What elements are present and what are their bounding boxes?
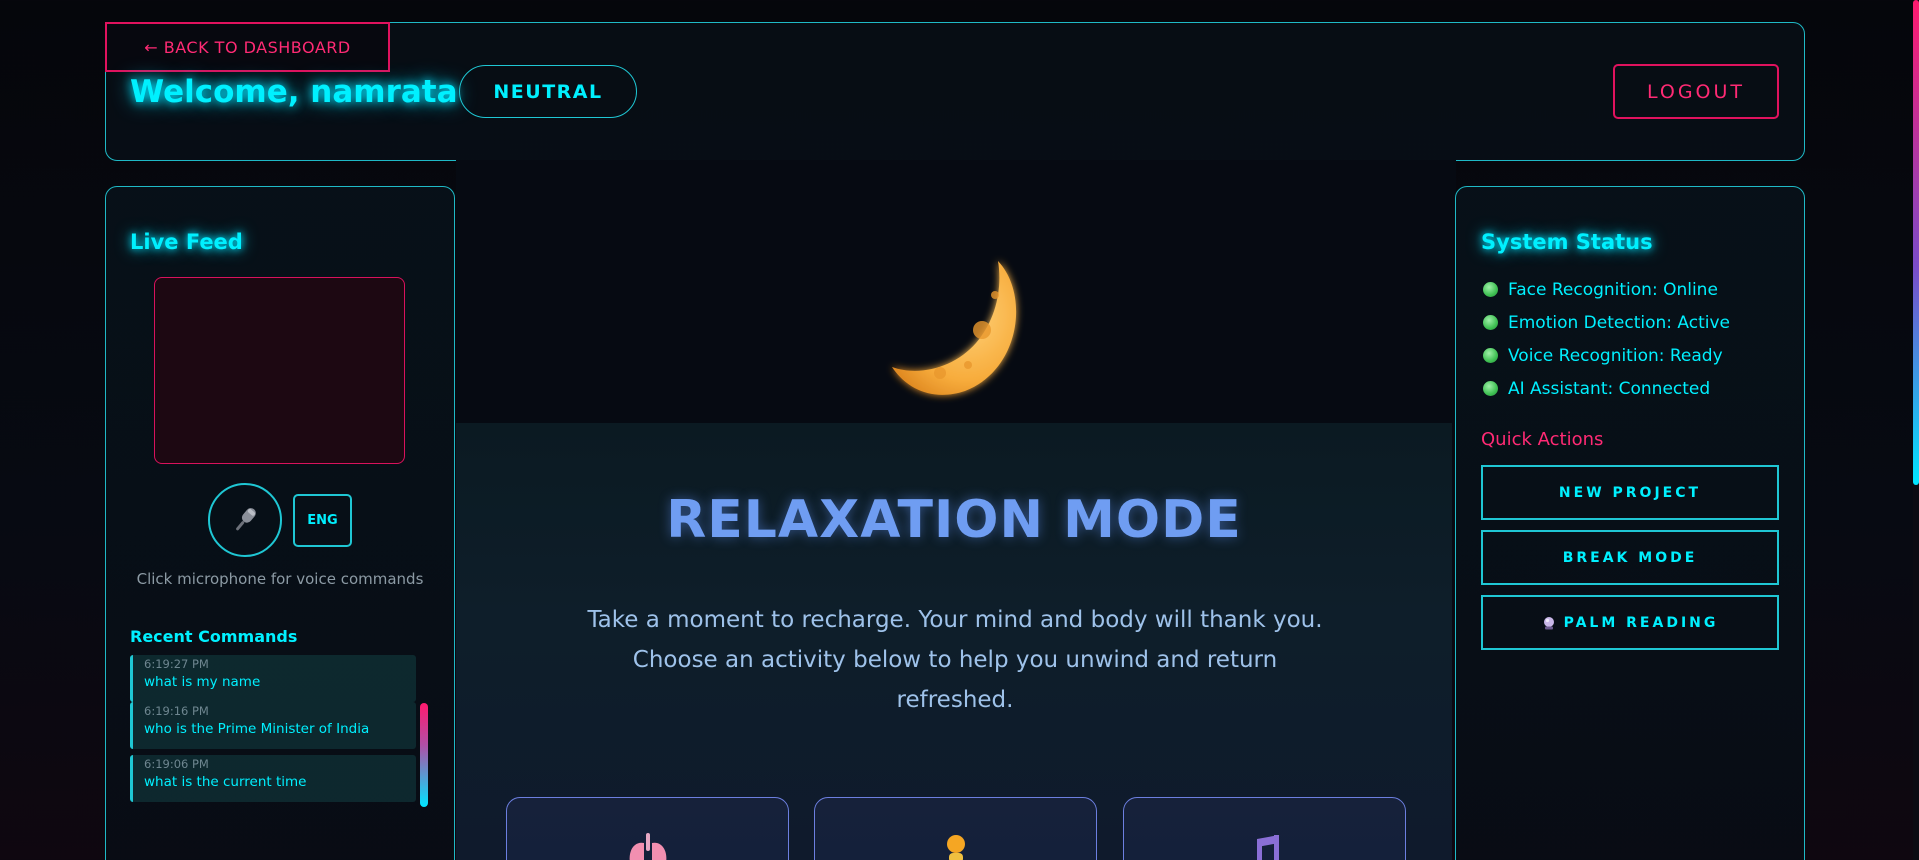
command-text: what is my name <box>144 674 261 690</box>
webcam-video-feed <box>154 277 405 464</box>
activity-card-meditation[interactable] <box>814 797 1097 860</box>
status-label: AI Assistant: Connected <box>1508 378 1711 399</box>
status-online-icon <box>1483 381 1498 396</box>
live-feed-title: Live Feed <box>130 230 243 254</box>
palm-reading-label: PALM READING <box>1563 614 1719 631</box>
crystal-ball-icon <box>1543 616 1554 629</box>
status-item: Emotion Detection: Active <box>1483 306 1730 339</box>
mood-badge: NEUTRAL <box>459 65 637 118</box>
command-time: 6:19:06 PM <box>144 757 209 771</box>
status-item: Face Recognition: Online <box>1483 273 1730 306</box>
lungs-icon <box>507 833 788 860</box>
microphone-icon <box>236 508 256 531</box>
command-text: who is the Prime Minister of India <box>144 721 370 737</box>
welcome-heading: Welcome, namrata <box>130 74 458 110</box>
break-mode-label: BREAK MODE <box>1562 549 1698 566</box>
mic-hint-text: Click microphone for voice commands <box>136 570 424 588</box>
command-time: 6:19:16 PM <box>144 704 209 718</box>
microphone-button[interactable] <box>208 483 282 557</box>
activity-card-music[interactable] <box>1123 797 1406 860</box>
status-label: Voice Recognition: Ready <box>1508 345 1723 366</box>
command-item: 6:19:06 PM what is the current time <box>130 755 416 802</box>
back-to-dashboard-button[interactable]: ← BACK TO DASHBOARD <box>105 22 390 72</box>
system-status-title: System Status <box>1481 230 1653 254</box>
recent-commands-title: Recent Commands <box>130 627 298 646</box>
status-online-icon <box>1483 315 1498 330</box>
quick-actions-title: Quick Actions <box>1481 429 1604 450</box>
person-meditating-icon <box>815 833 1096 860</box>
status-online-icon <box>1483 282 1498 297</box>
recent-commands-list[interactable]: 6:19:27 PM what is my name 6:19:16 PM wh… <box>130 655 430 810</box>
status-online-icon <box>1483 348 1498 363</box>
command-time: 6:19:27 PM <box>144 657 209 671</box>
mode-title: RELAXATION MODE <box>666 490 1242 550</box>
system-status-list: Face Recognition: Online Emotion Detecti… <box>1483 273 1730 405</box>
new-project-label: NEW PROJECT <box>1558 484 1702 501</box>
palm-reading-button[interactable]: PALM READING <box>1481 595 1779 650</box>
new-project-button[interactable]: NEW PROJECT <box>1481 465 1779 520</box>
crescent-moon-icon <box>892 261 1017 395</box>
page-scrollbar-thumb[interactable] <box>1913 0 1919 485</box>
activity-card-breathing[interactable] <box>506 797 789 860</box>
status-label: Face Recognition: Online <box>1508 279 1718 300</box>
command-item: 6:19:27 PM what is my name <box>130 655 416 702</box>
logout-button[interactable]: LOGOUT <box>1613 64 1779 119</box>
language-toggle-button[interactable]: ENG <box>293 494 352 547</box>
page-scrollbar[interactable] <box>1913 0 1919 860</box>
commands-scrollbar[interactable] <box>420 703 428 807</box>
status-label: Emotion Detection: Active <box>1508 312 1730 333</box>
break-mode-button[interactable]: BREAK MODE <box>1481 530 1779 585</box>
status-item: Voice Recognition: Ready <box>1483 339 1730 372</box>
command-item: 6:19:16 PM who is the Prime Minister of … <box>130 702 416 749</box>
music-note-icon <box>1124 833 1405 860</box>
mode-description: Take a moment to recharge. Your mind and… <box>587 607 1323 713</box>
back-label: ← BACK TO DASHBOARD <box>144 37 351 57</box>
command-text: what is the current time <box>144 774 307 790</box>
status-item: AI Assistant: Connected <box>1483 372 1730 405</box>
